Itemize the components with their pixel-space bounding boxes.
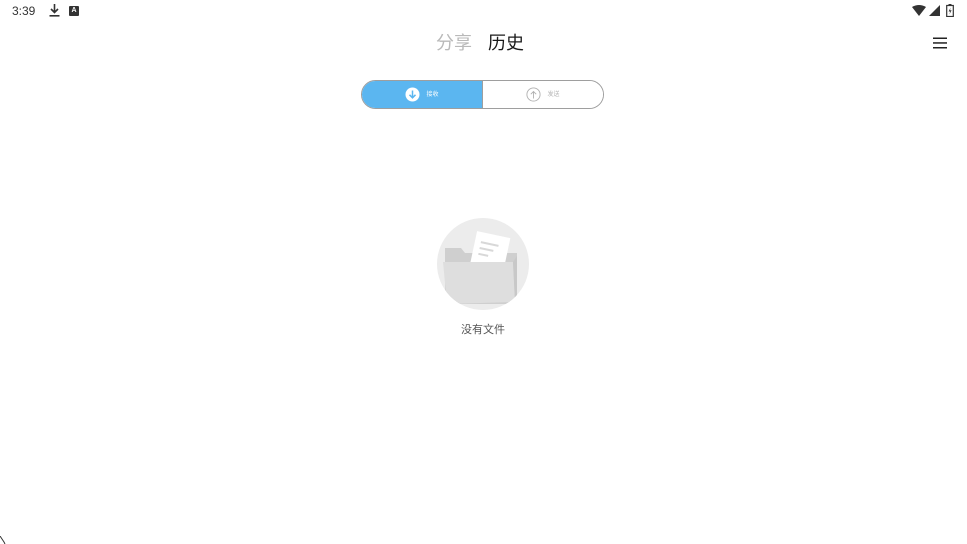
download-icon bbox=[49, 4, 60, 17]
battery-icon bbox=[946, 4, 954, 17]
signal-icon bbox=[929, 5, 940, 16]
notification-a-icon: A bbox=[69, 6, 79, 16]
screen: 3:39 A 分享 历史 接收 发送 没有文件 bbox=[0, 0, 967, 544]
status-bar: 3:39 A bbox=[0, 0, 967, 22]
empty-folder-icon bbox=[437, 218, 529, 310]
menu-icon[interactable] bbox=[933, 37, 947, 49]
send-label: 发送 bbox=[547, 90, 560, 98]
receive-label: 接收 bbox=[426, 90, 439, 98]
tab-history[interactable]: 历史 bbox=[488, 32, 524, 56]
receive-segment[interactable]: 接收 bbox=[362, 81, 482, 108]
empty-message: 没有文件 bbox=[461, 323, 505, 336]
status-time: 3:39 bbox=[12, 4, 36, 18]
receive-send-toggle: 接收 发送 bbox=[361, 80, 604, 109]
arrow-down-circle-icon bbox=[405, 87, 420, 102]
send-segment[interactable]: 发送 bbox=[482, 81, 603, 108]
wifi-icon bbox=[912, 5, 926, 16]
arrow-up-circle-icon bbox=[526, 87, 542, 102]
tab-share[interactable]: 分享 bbox=[436, 32, 472, 56]
corner-mark-icon bbox=[0, 536, 6, 544]
